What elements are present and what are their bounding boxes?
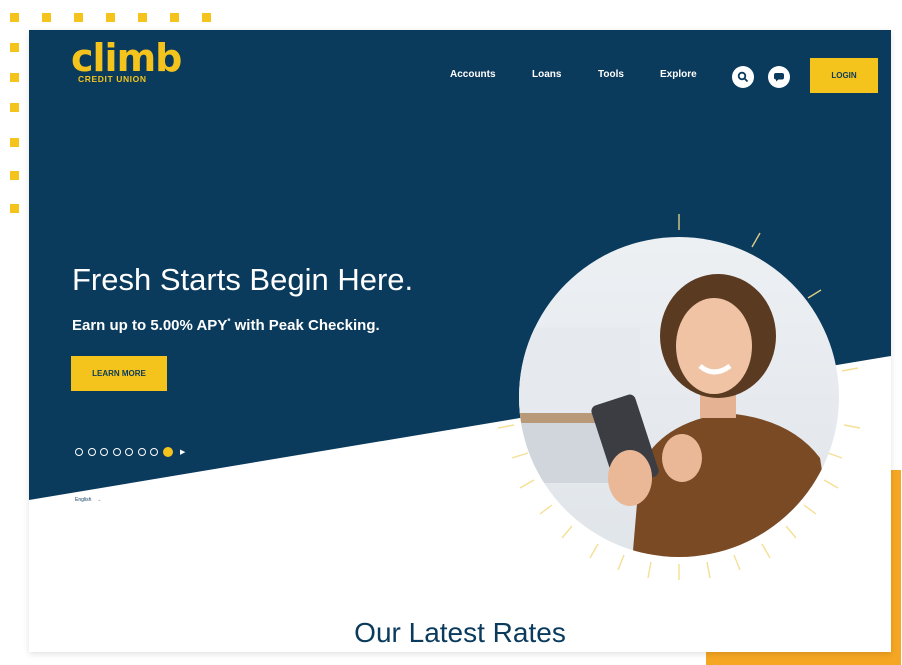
hero-photo: [497, 214, 861, 580]
carousel-dot-3[interactable]: [100, 448, 108, 456]
carousel-dot-4[interactable]: [112, 448, 121, 456]
carousel-dot-6[interactable]: [137, 448, 146, 456]
carousel-dot-1[interactable]: [75, 448, 83, 456]
carousel-dot-7[interactable]: [150, 448, 158, 456]
chat-icon: [774, 73, 784, 82]
play-icon[interactable]: ▶: [180, 448, 185, 456]
rates-section-title: Our Latest Rates: [354, 617, 566, 648]
carousel-dot-8[interactable]: [162, 447, 173, 457]
carousel-dot-2[interactable]: [87, 448, 96, 456]
website-screenshot: climb CREDIT UNION Accounts Loans Tools …: [29, 30, 891, 652]
learn-more-button[interactable]: LEARN MORE: [71, 356, 167, 391]
login-button[interactable]: LOGIN: [810, 58, 878, 93]
carousel-dot-5[interactable]: [125, 448, 133, 456]
search-button[interactable]: [732, 66, 754, 88]
hero-headline: Fresh Starts Begin Here.: [72, 262, 414, 297]
hero-subhead: Earn up to 5.00% APY* with Peak Checking…: [72, 317, 380, 334]
language-selector[interactable]: English ⌄: [75, 497, 102, 503]
nav-item-explore[interactable]: Explore: [660, 69, 697, 80]
nav-item-accounts[interactable]: Accounts: [450, 69, 496, 80]
nav-item-loans[interactable]: Loans: [532, 69, 561, 80]
chevron-down-icon: ⌄: [97, 497, 102, 503]
search-icon: [737, 71, 749, 83]
logo-wordmark: climb: [71, 36, 182, 80]
chat-button[interactable]: [768, 66, 790, 88]
nav-item-tools[interactable]: Tools: [598, 69, 624, 80]
subhead-main: Earn up to 5.00% APY: [72, 317, 228, 334]
accent-bar-bottom: [706, 651, 901, 665]
language-label: English: [75, 497, 92, 503]
subhead-tail: with Peak Checking.: [230, 317, 380, 334]
carousel-indicators: ▶: [75, 447, 185, 457]
brand-logo[interactable]: climb CREDIT UNION: [71, 36, 182, 84]
